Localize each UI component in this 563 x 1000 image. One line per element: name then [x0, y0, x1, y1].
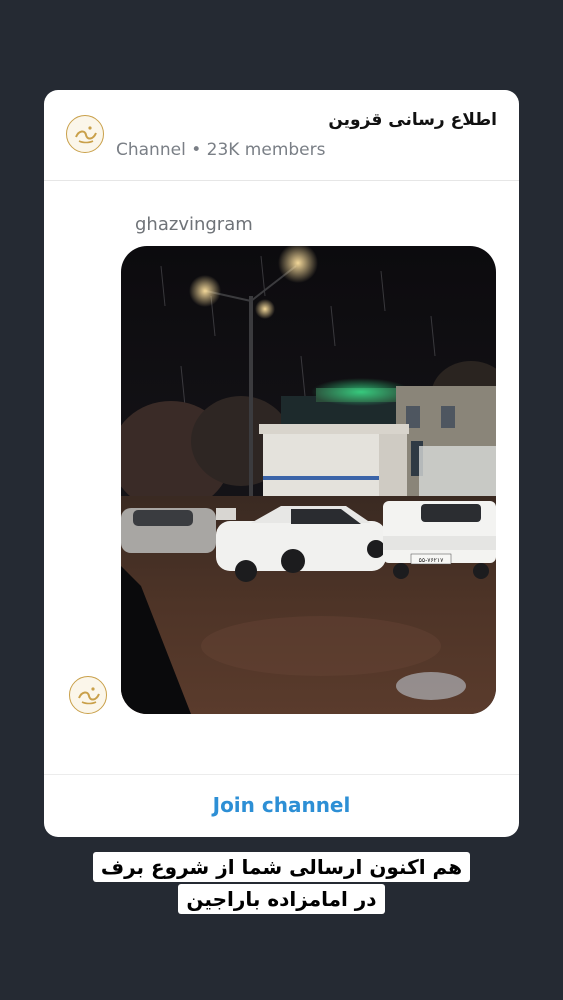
channel-header[interactable]: اطلاع رسانی قزوین Channel • 23K members — [44, 90, 519, 181]
qazvingram-logo-icon — [78, 687, 100, 705]
channel-share-card: اطلاع رسانی قزوین Channel • 23K members … — [44, 90, 519, 837]
night-rain-street-photo: ۵۵-۷۶۲۱۷ — [121, 246, 496, 714]
story-caption: هم اکنون ارسالی شما از شروع برف در امامز… — [0, 852, 563, 914]
join-channel-button[interactable]: Join channel — [44, 775, 519, 837]
card-footer: Join channel — [44, 774, 519, 837]
license-plate: ۵۵-۷۶۲۱۷ — [419, 557, 445, 564]
channel-title: اطلاع رسانی قزوین — [328, 110, 497, 130]
post-photo[interactable]: ۵۵-۷۶۲۱۷ — [121, 246, 496, 714]
channel-avatar[interactable] — [66, 115, 104, 153]
channel-member-count: Channel • 23K members — [116, 140, 326, 160]
caption-line-2: در امامزاده باراجین — [178, 884, 385, 914]
sender-avatar[interactable] — [69, 676, 107, 714]
sender-name: ghazvingram — [135, 214, 253, 235]
qazvingram-logo-icon — [75, 126, 97, 144]
caption-line-1: هم اکنون ارسالی شما از شروع برف — [92, 852, 471, 882]
